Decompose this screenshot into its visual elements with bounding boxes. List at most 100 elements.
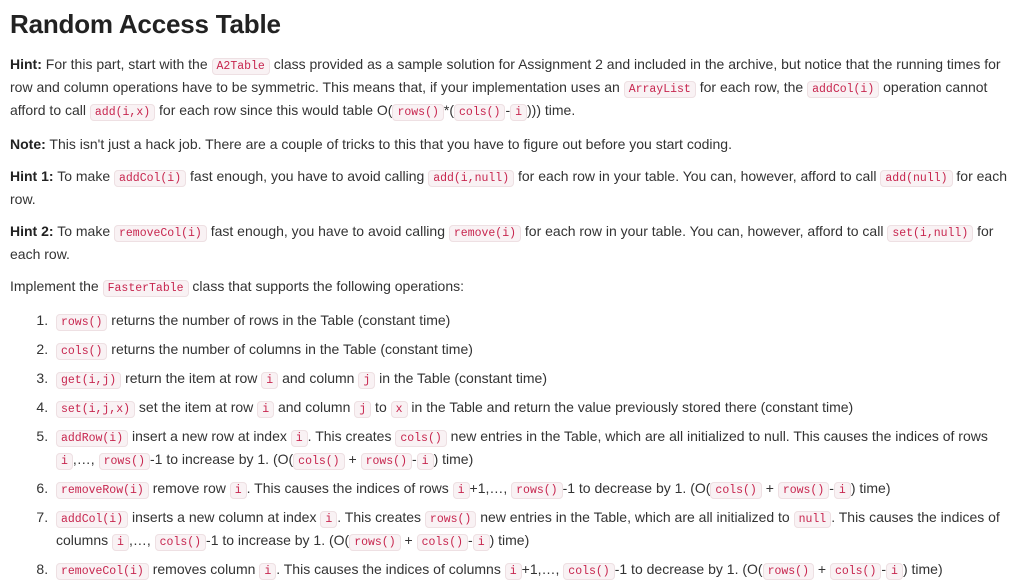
code-chip-addcol-i: addCol(i) [56, 510, 129, 528]
page-title: Random Access Table [10, 9, 281, 39]
code-chip-rows: rows() [98, 452, 150, 470]
code-chip-i: i [833, 481, 851, 499]
item8-text-7: ) time) [902, 560, 943, 577]
item6-text-2: . This causes the indices of rows [246, 479, 453, 496]
item7-text-6: -1 to increase by 1. (O( [206, 531, 350, 548]
code-chip-cols: cols() [416, 533, 469, 551]
item5-text-2: . This creates [307, 427, 396, 444]
item5-text-7: - [411, 450, 417, 467]
list-item: get(i,j) return the item at row i and co… [52, 368, 1014, 391]
item8-text-3: +1,…, [521, 560, 564, 577]
item2-text-1: returns the number of columns in the Tab… [107, 340, 473, 357]
code-chip-addcol: addCol(i) [807, 80, 880, 98]
code-chip-arraylist: ArrayList [623, 80, 696, 98]
item4-text-2: and column [274, 398, 355, 415]
hint-label: Hint: [10, 55, 42, 72]
code-chip-rows: rows() [762, 562, 814, 580]
hint-text-5: for each row since this would table O( [155, 101, 393, 118]
hint2-text-3: for each row in your table. You can, how… [521, 222, 888, 239]
item6-text-4: -1 to decrease by 1. (O( [562, 479, 711, 496]
item6-text-7: ) time) [850, 479, 891, 496]
code-chip-cols: cols() [829, 562, 882, 580]
hint-text-6: *( [443, 101, 455, 118]
code-chip-rows: rows() [424, 510, 477, 528]
item7-text-9: ) time) [489, 531, 530, 548]
code-chip-add-i-null: add(i,null) [428, 169, 515, 187]
code-chip-i: i [56, 452, 73, 470]
code-chip-i: i [290, 429, 308, 447]
hint1-text-2: fast enough, you have to avoid calling [186, 167, 429, 184]
paragraph-hint-1: Hint 1: To make addCol(i) fast enough, y… [10, 166, 1014, 210]
item6-text-3: +1,…, [469, 479, 512, 496]
code-chip-i: i [320, 510, 338, 528]
item4-text-3: to [371, 398, 391, 415]
code-chip-i: i [472, 533, 490, 551]
item4-text-4: in the Table and return the value previo… [407, 398, 854, 415]
code-chip-add-null: add(null) [880, 169, 953, 187]
hint2-label: Hint 2: [10, 222, 54, 239]
item7-text-8: - [468, 531, 473, 548]
item8-text-4: -1 to decrease by 1. (O( [614, 560, 763, 577]
item6-text-1: remove row [148, 479, 230, 496]
code-chip-set-i-j-x: set(i,j,x) [56, 400, 136, 418]
code-chip-rows: rows() [511, 481, 563, 499]
item5-text-4: ,…, [72, 450, 99, 467]
hint1-text-3: for each row in your table. You can, how… [514, 167, 881, 184]
item3-text-3: in the Table (constant time) [375, 369, 547, 386]
item3-text-2: and column [278, 369, 359, 386]
code-chip-i: i [259, 562, 277, 580]
hint-text-8: ))) time. [527, 101, 576, 118]
code-chip-x: x [390, 400, 408, 418]
code-chip-i: i [261, 371, 279, 389]
code-chip-i: i [416, 452, 434, 470]
list-item: addCol(i) inserts a new column at index … [52, 507, 1014, 553]
code-chip-i: i [504, 562, 522, 580]
code-chip-rows: rows() [360, 452, 412, 470]
code-chip-cols: cols() [293, 452, 345, 470]
hint2-text-2: fast enough, you have to avoid calling [206, 222, 449, 239]
paragraph-hint: Hint: For this part, start with the A2Ta… [10, 54, 1014, 123]
hint1-label: Hint 1: [10, 167, 54, 184]
paragraph-implement: Implement the FasterTable class that sup… [10, 276, 1014, 299]
code-chip-cols: cols() [454, 103, 506, 121]
code-chip-i: i [229, 481, 247, 499]
hint-text-1: For this part, start with the [41, 55, 212, 72]
code-chip-i: i [886, 562, 903, 580]
code-chip-cols: cols() [395, 429, 447, 447]
item7-text-2: . This creates [337, 508, 425, 525]
paragraph-hint-2: Hint 2: To make removeCol(i) fast enough… [10, 221, 1014, 265]
code-chip-j: j [354, 400, 372, 418]
hint1-text-1: To make [53, 167, 114, 184]
code-chip-j: j [358, 371, 376, 389]
item7-text-1: inserts a new column at index [128, 508, 321, 525]
code-chip-removerow-i: removeRow(i) [56, 481, 149, 499]
note-text-1: This isn't just a hack job. There are a … [45, 135, 732, 152]
document-body: Random Access Table Hint: For this part,… [0, 0, 1024, 582]
list-item: cols() returns the number of columns in … [52, 339, 1014, 362]
code-chip-cols: cols() [56, 342, 108, 360]
implement-text-2: class that supports the following operat… [188, 277, 465, 294]
item6-text-5: + [761, 479, 778, 496]
code-chip-rows: rows() [392, 103, 444, 121]
code-chip-cols: cols() [563, 562, 615, 580]
code-chip-removecol-i: removeCol(i) [114, 224, 207, 242]
item7-text-3: new entries in the Table, which are all … [476, 508, 794, 525]
item5-text-1: insert a new row at index [128, 427, 291, 444]
item3-text-1: return the item at row [121, 369, 262, 386]
operations-list: rows() returns the number of rows in the… [10, 310, 1014, 582]
code-chip-remove-i: remove(i) [448, 224, 522, 242]
note-label: Note: [10, 135, 46, 152]
code-chip-i: i [510, 103, 528, 121]
item7-text-7: + [400, 531, 417, 548]
item4-text-1: set the item at row [135, 398, 258, 415]
list-item: set(i,j,x) set the item at row i and col… [52, 397, 1014, 420]
code-chip-fastertable: FasterTable [102, 279, 189, 297]
code-chip-rows: rows() [56, 313, 108, 331]
list-item: rows() returns the number of rows in the… [52, 310, 1014, 333]
hint2-text-1: To make [53, 222, 114, 239]
item7-text-5: ,…, [128, 531, 155, 548]
code-chip-get-i-j: get(i,j) [56, 371, 122, 389]
implement-text-1: Implement the [10, 277, 103, 294]
code-chip-add-i-x: add(i,x) [89, 103, 156, 121]
code-chip-rows: rows() [777, 481, 830, 499]
